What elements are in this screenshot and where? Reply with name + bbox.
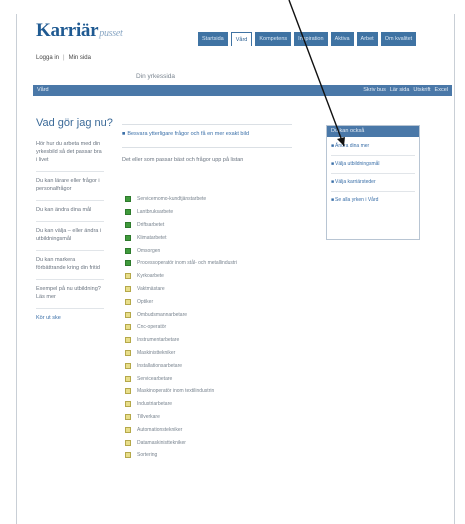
annotation-arrow [288,0,345,147]
arrow-line [288,0,345,147]
arrow-head [337,137,345,146]
